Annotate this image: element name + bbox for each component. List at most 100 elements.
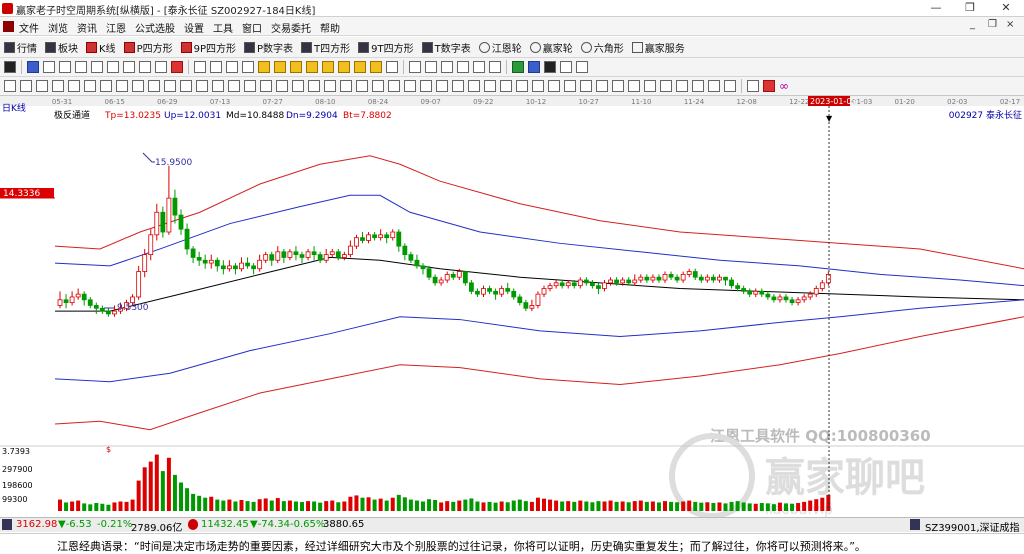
analysis-tool-11-icon[interactable] [164,80,176,92]
analysis-tool-33-icon[interactable] [516,80,528,92]
draw-tool-10-icon[interactable] [171,61,183,73]
analysis-tool-23-icon[interactable] [356,80,368,92]
analysis-tool-28-icon[interactable] [436,80,448,92]
analysis-tool-44-icon[interactable] [692,80,704,92]
menu-file[interactable]: 文件 [19,20,39,35]
calc-tool-icon[interactable] [489,61,501,73]
palette-tool-icon[interactable] [473,61,485,73]
draw-tool-7-icon[interactable] [123,61,135,73]
nav-first-icon[interactable] [194,61,206,73]
diamond-tool-4-icon[interactable] [306,61,318,73]
nav-prev-icon[interactable] [210,61,222,73]
diamond-tool-7-icon[interactable] [354,61,366,73]
analysis-tool-5-icon[interactable] [68,80,80,92]
flag-tool-icon[interactable] [457,61,469,73]
index-select-icon[interactable] [910,519,920,530]
analysis-tool-9-icon[interactable] [132,80,144,92]
draw-tool-6-icon[interactable] [107,61,119,73]
t-square-button[interactable]: T四方形 [301,40,350,55]
analysis-tool-42-icon[interactable] [660,80,672,92]
data-tool-icon[interactable] [512,61,524,73]
mdi-restore-button[interactable]: ❐ [988,19,997,30]
save-tool-icon[interactable] [528,61,540,73]
p-table-button[interactable]: P数字表 [244,40,293,55]
menu-trade[interactable]: 交易委托 [271,20,311,35]
analysis-tool-7-icon[interactable] [100,80,112,92]
analysis-tool-43-icon[interactable] [676,80,688,92]
analysis-tool-31-icon[interactable] [484,80,496,92]
menu-browse[interactable]: 浏览 [48,20,68,35]
grid-tool-icon[interactable] [386,61,398,73]
draw-line-tool-icon[interactable] [441,61,453,73]
analysis-tool-8-icon[interactable] [116,80,128,92]
kline-chart-area[interactable]: 05-31 06-15 06-29 07-13 07-27 08-10 08-24 09-07… [0,96,1024,517]
gann-wheel-button[interactable]: 江恩轮 [478,40,522,55]
analysis-tool-26-icon[interactable] [404,80,416,92]
9t-square-button[interactable]: 9T四方形 [358,40,414,55]
analysis-tool-37-icon[interactable] [580,80,592,92]
analysis-tool-14-icon[interactable] [212,80,224,92]
analysis-tool-21-icon[interactable] [324,80,336,92]
analysis-tool-16-icon[interactable] [244,80,256,92]
menu-gann[interactable]: 江恩 [106,20,126,35]
diamond-tool-3-icon[interactable] [290,61,302,73]
analysis-tool-19-icon[interactable] [292,80,304,92]
analysis-tool-17-icon[interactable] [260,80,272,92]
analysis-tool-4-icon[interactable] [52,80,64,92]
analysis-tool-32-icon[interactable] [500,80,512,92]
analysis-tool-45-icon[interactable] [708,80,720,92]
menu-settings[interactable]: 设置 [184,20,204,35]
menu-help[interactable]: 帮助 [320,20,340,35]
analysis-tool-2-icon[interactable] [20,80,32,92]
analysis-tool-3-icon[interactable] [36,80,48,92]
kline-chart[interactable]: 05-31 06-15 06-29 07-13 07-27 08-10 08-24 09-07… [0,96,1024,517]
draw-tool-9-icon[interactable] [155,61,167,73]
analysis-tool-36-icon[interactable] [564,80,576,92]
restore-button[interactable]: ❐ [953,0,987,17]
analysis-tool-10-icon[interactable] [148,80,160,92]
crosshair-tool-icon[interactable] [425,61,437,73]
export-tool-icon[interactable] [560,61,572,73]
analysis-tool-35-icon[interactable] [548,80,560,92]
nav-forward-icon[interactable] [242,61,254,73]
menu-info[interactable]: 资讯 [77,20,97,35]
table-tool-icon[interactable] [747,80,759,92]
analysis-tool-39-icon[interactable] [612,80,624,92]
diamond-tool-8-icon[interactable] [370,61,382,73]
draw-tool-8-icon[interactable] [139,61,151,73]
analysis-tool-18-icon[interactable] [276,80,288,92]
diamond-tool-2-icon[interactable] [274,61,286,73]
quotes-button[interactable]: 行情 [4,40,37,55]
diamond-tool-5-icon[interactable] [322,61,334,73]
analysis-tool-24-icon[interactable] [372,80,384,92]
analysis-tool-29-icon[interactable] [452,80,464,92]
mdi-minimize-button[interactable]: _ [970,19,975,30]
menu-formula[interactable]: 公式选股 [135,20,175,35]
p-square-button[interactable]: P四方形 [123,40,173,55]
analysis-tool-13-icon[interactable] [196,80,208,92]
analysis-tool-22-icon[interactable] [340,80,352,92]
menu-tools[interactable]: 工具 [213,20,233,35]
draw-tool-1-icon[interactable] [27,61,39,73]
t-table-button[interactable]: T数字表 [421,40,471,55]
analysis-tool-6-icon[interactable] [84,80,96,92]
draw-tool-3-icon[interactable] [59,61,71,73]
diamond-tool-1-icon[interactable] [258,61,270,73]
analysis-tool-34-icon[interactable] [532,80,544,92]
analysis-tool-15-icon[interactable] [228,80,240,92]
draw-tool-4-icon[interactable] [75,61,87,73]
analysis-tool-1-icon[interactable] [4,80,16,92]
9p-square-button[interactable]: 9P四方形 [180,40,236,55]
close-button[interactable]: ✕ [989,0,1023,17]
mdi-close-button[interactable]: × [1006,19,1014,30]
hand-tool-icon[interactable] [409,61,421,73]
color-tool-icon[interactable] [763,80,775,92]
analysis-tool-46-icon[interactable] [724,80,736,92]
analysis-tool-12-icon[interactable] [180,80,192,92]
settings-tool-icon[interactable] [576,61,588,73]
draw-tool-5-icon[interactable] [91,61,103,73]
nav-back-icon[interactable] [226,61,238,73]
diamond-tool-6-icon[interactable] [338,61,350,73]
winner-service-button[interactable]: 赢家服务 [631,40,685,55]
draw-tool-2-icon[interactable] [43,61,55,73]
